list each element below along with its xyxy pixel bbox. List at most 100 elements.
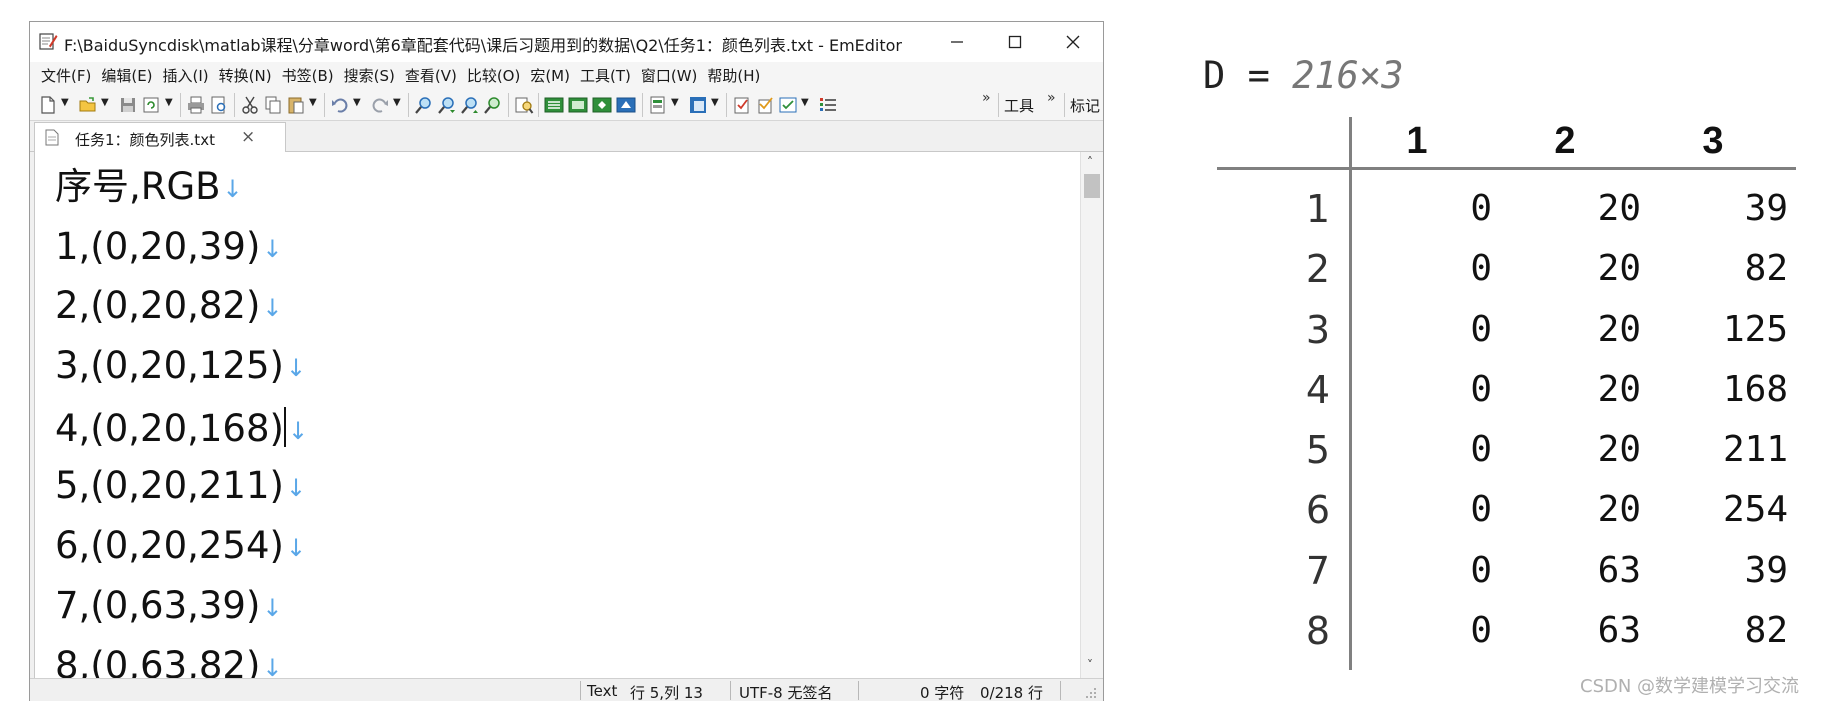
table-cell: 63: [1597, 550, 1641, 591]
highlight-icon[interactable]: [616, 95, 636, 115]
minimize-button[interactable]: [930, 22, 984, 62]
status-separator: [580, 681, 581, 700]
variable-size: 216×3: [1292, 54, 1404, 97]
menu-bookmarks[interactable]: 书签(B): [277, 65, 339, 86]
menu-bar: 文件(F) 编辑(E) 插入(I) 转换(N) 书签(B) 搜索(S) 查看(V…: [30, 62, 1103, 88]
scroll-down-icon[interactable]: ˅: [1087, 658, 1093, 672]
macro-icon[interactable]: [688, 95, 708, 115]
refresh-icon[interactable]: [141, 95, 161, 115]
new-file-dropdown[interactable]: ▼: [61, 97, 69, 108]
save-icon[interactable]: [118, 95, 138, 115]
menu-edit[interactable]: 编辑(E): [96, 65, 157, 86]
find-icon[interactable]: [414, 95, 434, 115]
copy-icon[interactable]: [263, 95, 283, 115]
code-line[interactable]: 6,(0,20,254)↓: [55, 527, 306, 564]
tab-label: 任务1：颜色列表.txt: [75, 131, 215, 149]
newline-arrow-icon: ↓: [285, 354, 307, 382]
cut-icon[interactable]: [240, 95, 260, 115]
code-line-current[interactable]: 4,(0,20,168) ↓: [55, 407, 308, 447]
maximize-button[interactable]: [988, 22, 1042, 62]
newline-arrow-icon: ↓: [222, 175, 243, 203]
find-prev-icon[interactable]: [460, 95, 480, 115]
menu-view[interactable]: 查看(V): [400, 65, 462, 86]
table-cell: 0: [1470, 369, 1492, 410]
menu-help[interactable]: 帮助(H): [702, 65, 765, 86]
redo-dropdown[interactable]: ▼: [393, 97, 401, 108]
emeditor-window: F:\BaiduSyncdisk\matlab课程\分章word\第6章配套代码…: [29, 21, 1104, 703]
toolbar-separator: [1064, 93, 1065, 117]
menu-file[interactable]: 文件(F): [36, 65, 96, 86]
find-next-icon[interactable]: [437, 95, 457, 115]
editor-area[interactable]: 序号,RGB↓ 1,(0,20,39)↓ 2,(0,20,82)↓ 3,(0,2…: [34, 152, 1080, 678]
menu-macros[interactable]: 宏(M): [525, 65, 575, 86]
open-file-dropdown[interactable]: ▼: [101, 97, 109, 108]
tab-close-icon[interactable]: ×: [241, 127, 255, 147]
toolbar-separator: [408, 93, 409, 117]
menu-window[interactable]: 窗口(W): [636, 65, 703, 86]
config-icon[interactable]: [648, 95, 668, 115]
title-bar[interactable]: F:\BaiduSyncdisk\matlab课程\分章word\第6章配套代码…: [30, 22, 1103, 62]
menu-tools[interactable]: 工具(T): [575, 65, 636, 86]
table-cell: 20: [1597, 309, 1641, 350]
row-index: 2: [1305, 247, 1330, 291]
tab-color-list[interactable]: 任务1：颜色列表.txt ×: [34, 122, 286, 152]
check-icon[interactable]: [755, 95, 775, 115]
status-position[interactable]: 行 5,列 13: [630, 682, 703, 703]
newline-arrow-icon: ↓: [262, 294, 283, 322]
code-line[interactable]: 3,(0,20,125)↓: [55, 347, 306, 384]
undo-dropdown[interactable]: ▼: [353, 97, 361, 108]
check-dropdown[interactable]: ▼: [801, 97, 809, 108]
code-line[interactable]: 序号,RGB↓: [55, 168, 243, 205]
newline-arrow-icon: ↓: [287, 417, 309, 445]
code-line[interactable]: 8,(0,63,82)↓: [55, 647, 283, 678]
status-mode[interactable]: Text: [587, 682, 617, 700]
view-icon[interactable]: [568, 95, 588, 115]
undo-icon[interactable]: [330, 95, 350, 115]
print-icon[interactable]: [186, 95, 206, 115]
toolbar-separator: [324, 93, 325, 117]
find-in-files-icon[interactable]: [514, 95, 534, 115]
check-list-icon[interactable]: [778, 95, 798, 115]
tools-overflow-chevron-icon[interactable]: »: [1047, 90, 1056, 106]
code-line[interactable]: 2,(0,20,82)↓: [55, 287, 283, 324]
plugin-icon[interactable]: [732, 95, 752, 115]
redo-icon[interactable]: [370, 95, 390, 115]
scroll-up-icon[interactable]: ˄: [1087, 155, 1093, 169]
open-folder-icon[interactable]: [78, 95, 98, 115]
close-icon: [1066, 35, 1080, 49]
code-line[interactable]: 7,(0,63,39)↓: [55, 587, 283, 624]
print-preview-icon[interactable]: [209, 95, 229, 115]
resize-grip-icon[interactable]: [1083, 685, 1097, 699]
toolbar-overflow-chevron-icon[interactable]: »: [982, 90, 991, 106]
code-line[interactable]: 5,(0,20,211)↓: [55, 467, 306, 504]
status-encoding[interactable]: UTF-8 无签名: [739, 682, 833, 703]
close-button[interactable]: [1046, 22, 1100, 62]
tools-toolbar-label[interactable]: 工具: [1004, 95, 1034, 116]
menu-insert[interactable]: 插入(I): [158, 65, 214, 86]
vertical-scrollbar[interactable]: ˄ ˅: [1080, 152, 1103, 678]
marks-toolbar-label[interactable]: 标记: [1070, 95, 1100, 116]
status-bar: Text 行 5,列 13 UTF-8 无签名 0 字符 0/218 行: [30, 678, 1103, 703]
wrap-icon[interactable]: [544, 95, 564, 115]
column-header-1: 1: [1406, 120, 1428, 162]
scrollbar-thumb[interactable]: [1084, 174, 1100, 198]
replace-icon[interactable]: [483, 95, 503, 115]
menu-compare[interactable]: 比较(O): [462, 65, 526, 86]
table-cell: 82: [1744, 610, 1788, 651]
bookmark-icon[interactable]: [592, 95, 612, 115]
table-cell: 0: [1470, 489, 1492, 530]
config-dropdown[interactable]: ▼: [671, 97, 679, 108]
new-file-icon[interactable]: [38, 95, 58, 115]
toolbar-separator: [180, 93, 181, 117]
reload-dropdown[interactable]: ▼: [165, 97, 173, 108]
column-header-3: 3: [1702, 120, 1724, 162]
menu-convert[interactable]: 转换(N): [214, 65, 277, 86]
list-icon[interactable]: [818, 95, 838, 115]
menu-search[interactable]: 搜索(S): [339, 65, 400, 86]
macro-dropdown[interactable]: ▼: [711, 97, 719, 108]
paste-icon[interactable]: [286, 95, 306, 115]
table-cell: 125: [1722, 309, 1788, 350]
paste-dropdown[interactable]: ▼: [309, 97, 317, 108]
code-line[interactable]: 1,(0,20,39)↓: [55, 228, 283, 265]
status-chars: 0 字符: [920, 684, 965, 702]
